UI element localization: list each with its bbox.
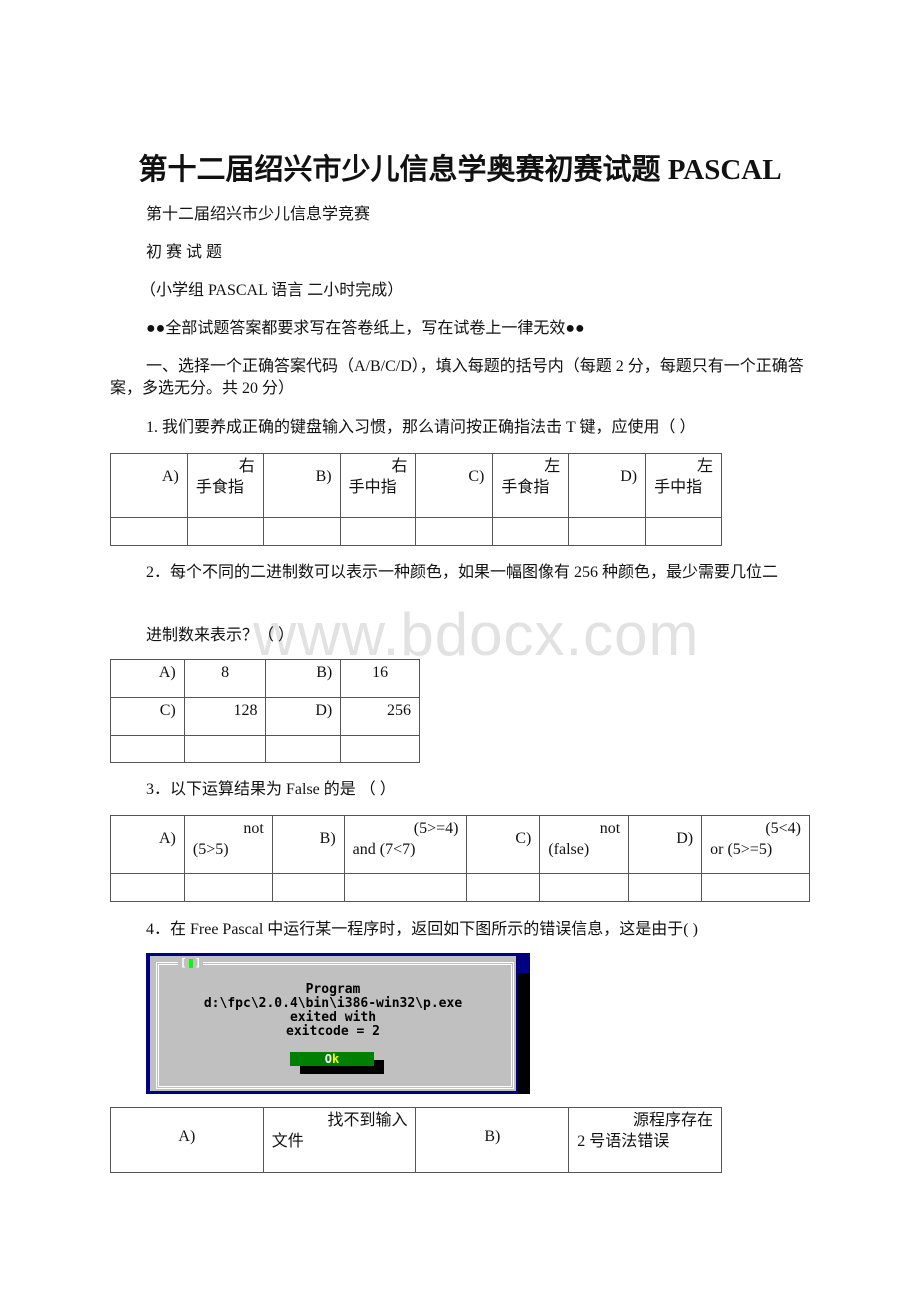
option-d-value: (5<4) or (5>=5) [701,815,810,874]
empty-row [110,735,420,763]
empty-row [110,517,722,546]
group-info: （小学组 PASCAL 语言 二小时完成） [140,282,404,299]
answer-notice: ●●全部试题答案都要求写在答卷纸上，写在试卷上一律无效●● [146,320,585,337]
option-a-label: A) [110,453,188,518]
option-b-label: B) [262,453,341,518]
close-icon[interactable] [188,958,193,968]
empty-cell [415,517,494,546]
option-a-label: A) [110,815,185,874]
dialog-message-line: Program [305,982,361,997]
empty-cell [466,873,541,902]
section-intro: 一、选择一个正确答案代码（A/B/C/D），填入每题的括号内（每题 2 分，每题… [110,358,804,397]
question-3-text: 3．以下运算结果为 False 的是 （ ） [146,781,396,798]
option-a-value: 8 [183,659,267,698]
option-b-value: (5>=4) and (7<7) [343,815,468,874]
option-c-label: C) [110,697,185,736]
empty-cell [186,517,264,546]
dialog-body: [] Program d:\fpc\2.0.4\bin\i386-win32\p… [150,956,516,1091]
option-c-value: 128 [183,697,267,736]
dialog-title-bar: [] [178,956,204,969]
question-2-options-table: A) 8 B) 16 C) 128 D) 256 [110,659,420,763]
competition-name: 第十二届绍兴市少儿信息学竞赛 [146,206,371,223]
error-dialog-screenshot: [] Program d:\fpc\2.0.4\bin\i386-win32\p… [146,953,530,1094]
option-b-label: B) [415,1107,570,1173]
question-4-options-table: A) 找不到输入 文件 B) 源程序存在 2 号语法错误 [110,1107,722,1173]
empty-cell [340,735,420,763]
option-c-label: C) [415,453,494,518]
question-4-text: 4．在 Free Pascal 中运行某一程序时，返回如下图所示的错误信息，这是… [146,921,698,938]
option-d-label: D) [628,815,703,874]
option-c-value: 左手食指 [492,453,570,518]
empty-cell [262,517,341,546]
question-2-text: 2．每个不同的二进制数可以表示一种颜色，如果一幅图像有 256 种颜色，最少需要… [146,564,779,581]
dialog-message-line: d:\fpc\2.0.4\bin\i386-win32\p.exe [203,996,463,1011]
option-a-label: A) [110,1107,264,1173]
option-a-value: 找不到输入 文件 [262,1107,417,1173]
empty-cell [183,735,267,763]
ok-button[interactable]: Ok [290,1052,374,1066]
empty-cell [645,517,722,546]
empty-cell [539,873,630,902]
option-a-value: not (5>5) [183,815,273,874]
empty-cell [343,873,468,902]
question-1-text: 1. 我们要养成正确的键盘输入习惯，那么请问按正确指法击 T 键，应使用（ ） [146,419,696,436]
option-b-label: B) [265,659,342,698]
empty-cell [110,873,185,902]
dialog-message-line: exitcode = 2 [286,1024,380,1039]
empty-row [110,873,810,902]
empty-cell [110,735,185,763]
empty-cell [701,873,810,902]
question-1-options-table: A) 右手食指 B) 右手中指 C) 左手食指 D) 左手中指 [110,453,722,546]
option-d-value: 256 [340,697,420,736]
option-c-label: C) [466,815,541,874]
option-d-value: 左手中指 [645,453,722,518]
empty-cell [339,517,417,546]
option-b-label: B) [271,815,345,874]
option-b-value: 右手中指 [339,453,417,518]
empty-cell [568,517,647,546]
option-a-label: A) [110,659,185,698]
option-b-value: 16 [340,659,420,698]
empty-cell [183,873,273,902]
dialog-message-line: exited with [289,1010,377,1025]
option-a-value: 右手食指 [186,453,264,518]
option-b-value: 源程序存在 2 号语法错误 [568,1107,722,1173]
option-d-label: D) [265,697,342,736]
dialog-shadow [518,973,530,1094]
document-title: 第十二届绍兴市少儿信息学奥赛初赛试题 PASCAL [138,154,782,186]
question-3-options-table: A) not (5>5) B) (5>=4) and (7<7) C) not (fa… [110,815,810,902]
question-2-text-continued: 进制数来表示？（ ） [146,627,295,644]
option-c-value: not (false) [539,815,630,874]
dialog-message: Program d:\fpc\2.0.4\bin\i386-win32\p.ex… [150,983,516,1039]
empty-cell [492,517,570,546]
empty-cell [628,873,703,902]
empty-cell [265,735,342,763]
empty-cell [110,517,188,546]
empty-cell [271,873,345,902]
exam-name: 初 赛 试 题 [146,244,223,261]
option-d-label: D) [568,453,647,518]
